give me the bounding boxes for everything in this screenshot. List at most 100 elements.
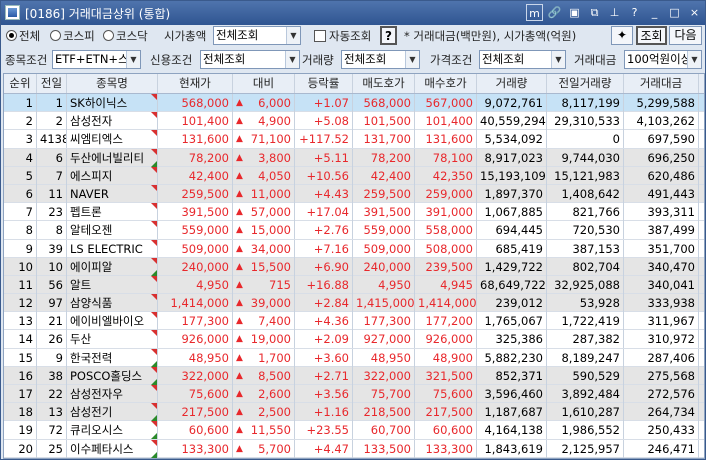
auto-query-checkbox[interactable]: [314, 30, 326, 42]
value-cell: 2,125,957: [547, 439, 624, 458]
value-cell: 8,917,023: [477, 148, 547, 167]
table-row[interactable]: 3 4138 씨엠티엑스 131,600 71,100 ▲ +117.52 131,700 13…: [4, 130, 704, 149]
column-header[interactable]: 거래량: [477, 74, 547, 93]
value-cell: 926,000: [158, 330, 233, 349]
value-cell: 78,200: [158, 148, 233, 167]
table-row[interactable]: 10 10 에이피알 240,000 15,500 ▲ +6.90 240,000 239,50…: [4, 257, 704, 276]
next-button[interactable]: 다음: [669, 26, 702, 45]
table-row[interactable]: 18 13 삼성전기 217,500 2,500 ▲ +1.16 218,500 217,500…: [4, 403, 704, 422]
stock-name-cell: 펩트론: [67, 203, 158, 222]
chevron-down-icon: ▼: [405, 51, 419, 68]
volume-select[interactable]: 전체조회 ▼: [341, 50, 420, 69]
column-header[interactable]: 등락률: [295, 74, 353, 93]
amount-select[interactable]: 100억원이상 ▼: [624, 50, 702, 69]
value-cell: 568,000: [353, 94, 415, 112]
value-cell: 217,500: [158, 403, 233, 422]
copy-icon[interactable]: ⧉: [586, 4, 603, 21]
table-row[interactable]: 5 7 에스피지 42,400 4,050 ▲ +10.56 42,400 42,350 15,1…: [4, 166, 704, 185]
prev-rank-cell: 11: [37, 184, 67, 203]
search-button[interactable]: 조회: [636, 26, 667, 45]
auto-query-label: 자동조회: [329, 29, 372, 43]
column-header[interactable]: 순위: [4, 74, 37, 93]
value-cell: 32,925,088: [547, 275, 624, 294]
column-header[interactable]: 거래대금: [624, 74, 699, 93]
value-cell: 239,500: [415, 257, 477, 276]
column-header[interactable]: 전일: [37, 74, 67, 93]
credit-cond-select[interactable]: 전체조회 ▼: [200, 50, 300, 69]
column-header[interactable]: 매수호가: [415, 74, 477, 93]
minimize-icon[interactable]: _: [646, 4, 663, 21]
table-row[interactable]: 13 21 에이비엘바이오 177,300 7,400 ▲ +4.36 177,300 177,…: [4, 312, 704, 331]
table-row[interactable]: 9 39 LS ELECTRIC 509,000 34,000 ▲ +7.16 509,000…: [4, 239, 704, 258]
value-cell: 240,000: [158, 257, 233, 276]
window-title: [0186] 거래대금상위 (통합): [25, 7, 171, 21]
table-row[interactable]: 11 56 알트 4,950 715 ▲ +16.88 4,950 4,945 68,649,72…: [4, 275, 704, 295]
value-cell: 240,000: [353, 257, 415, 276]
column-header[interactable]: 전일거래량: [547, 74, 624, 93]
volume-label: 거래량: [302, 53, 334, 67]
table-row[interactable]: 15 9 한국전력 48,950 1,700 ▲ +3.60 48,950 48,900 5,88…: [4, 348, 704, 367]
table-row[interactable]: 12 97 삼양식품 1,414,000 39,000 ▲ +2.84 1,415,000 1,…: [4, 294, 704, 313]
radio-kosdaq[interactable]: [103, 30, 114, 41]
up-arrow-icon: ▲: [236, 188, 243, 199]
table-row[interactable]: 16 38 POSCO홀딩스 322,000 8,500 ▲ +2.71 322,000 321…: [4, 366, 704, 385]
value-cell: 4,950: [353, 275, 415, 294]
help-icon[interactable]: ?: [626, 4, 643, 21]
table-row[interactable]: 4 6 두산에너빌리티 78,200 3,800 ▲ +5.11 78,200 78,100 8,…: [4, 148, 704, 167]
radio-all[interactable]: [6, 30, 17, 41]
value-cell: +2.84: [295, 294, 353, 313]
column-header[interactable]: 종목명: [67, 74, 158, 93]
value-cell: 567,000: [415, 94, 477, 112]
maximize-icon[interactable]: □: [666, 4, 683, 21]
m-icon[interactable]: m: [526, 4, 543, 21]
settings-button[interactable]: ✦: [611, 26, 633, 45]
help-button[interactable]: ?: [380, 26, 397, 45]
table-row[interactable]: 8 8 알테오젠 559,000 15,000 ▲ +2.76 559,000 558,000 6…: [4, 221, 704, 240]
value-cell: 5,882,230: [477, 348, 547, 367]
column-header[interactable]: 대비: [233, 74, 295, 93]
table-row[interactable]: 6 11 NAVER 259,500 11,000 ▲ +4.43 259,500 259,00…: [4, 184, 704, 204]
up-arrow-icon: ▲: [236, 134, 243, 145]
pin-icon[interactable]: ⊥: [606, 4, 623, 21]
close-icon[interactable]: ×: [686, 4, 703, 21]
table-row[interactable]: 14 26 두산 926,000 19,000 ▲ +2.09 927,000 926,000 3…: [4, 330, 704, 349]
flag-marker: [151, 269, 157, 276]
value-cell: 3,596,460: [477, 385, 547, 403]
link-icon[interactable]: 🔗: [546, 4, 563, 21]
flag-marker: [151, 451, 157, 458]
value-cell: 42,350: [415, 166, 477, 185]
flag-marker: [151, 184, 157, 191]
value-cell: 101,500: [353, 112, 415, 131]
prev-rank-cell: 2: [37, 112, 67, 131]
column-header[interactable]: 매도호가: [353, 74, 415, 93]
radio-kospi[interactable]: [50, 30, 61, 41]
stock-name-cell: 에이비엘바이오: [67, 312, 158, 331]
up-arrow-icon: ▲: [236, 316, 243, 327]
value-cell: 311,967: [624, 312, 699, 331]
chevron-down-icon: ▼: [285, 51, 299, 68]
price-cond-select[interactable]: 전체조회 ▼: [479, 50, 566, 69]
value-cell: 852,371: [477, 366, 547, 385]
window-icon[interactable]: ▣: [566, 4, 583, 21]
table-row[interactable]: 1 1 SK하이닉스 568,000 6,000 ▲ +1.07 568,000 567,000…: [4, 94, 704, 113]
table-row[interactable]: 7 23 펩트론 391,500 57,000 ▲ +17.04 391,500 391,000…: [4, 203, 704, 222]
stock-name-cell: 큐리오시스: [67, 421, 158, 440]
table-row[interactable]: 2 2 삼성전자 101,400 4,900 ▲ +5.08 101,500 101,400 40…: [4, 112, 704, 131]
value-cell: 1,897,370: [477, 184, 547, 203]
table-row[interactable]: 19 72 큐리오시스 60,600 11,550 ▲ +23.55 60,700 60,600…: [4, 421, 704, 440]
value-cell: 57,000 ▲: [233, 203, 295, 222]
value-cell: +1.16: [295, 403, 353, 422]
value-cell: 68,649,722: [477, 275, 547, 294]
column-header[interactable]: 현재가: [158, 74, 233, 93]
market-cap-select[interactable]: 전체조회 ▼: [213, 26, 301, 45]
value-cell: 333,938: [624, 294, 699, 313]
table-row[interactable]: 20 25 이수페타시스 133,300 5,700 ▲ +4.47 133,500 133,3…: [4, 439, 704, 458]
table-row[interactable]: 17 22 삼성전자우 75,600 2,600 ▲ +3.56 75,700 75,600 3,…: [4, 385, 704, 404]
up-arrow-icon: ▲: [236, 279, 243, 290]
value-cell: 8,500 ▲: [233, 366, 295, 385]
value-cell: 1,187,687: [477, 403, 547, 422]
stock-cond-select[interactable]: ETF+ETN+스팩 ▼: [52, 50, 141, 69]
value-cell: 685,419: [477, 239, 547, 258]
flag-marker: [151, 415, 157, 422]
value-cell: 322,000: [353, 366, 415, 385]
